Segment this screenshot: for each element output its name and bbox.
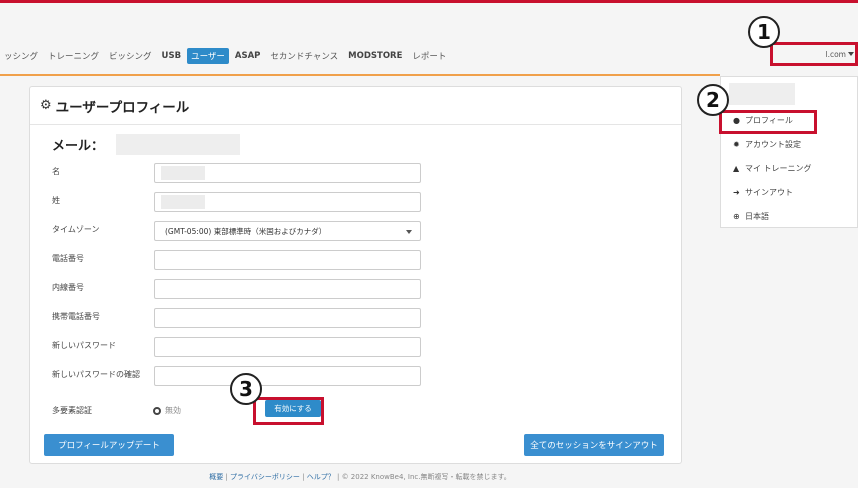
email-row: メール： [52, 134, 241, 155]
header-divider [0, 74, 720, 76]
footer: 概要 | プライバシーポリシー | ヘルプ？ | © 2022 KnowBe4,… [0, 472, 720, 482]
graduation-cap-icon: ▲ [733, 164, 740, 173]
mobile-row: 携帯電話番号 [52, 308, 672, 328]
top-border [0, 0, 858, 3]
sign-out-all-sessions-button[interactable]: 全てのセッションをサインアウト [524, 434, 664, 456]
mfa-label: 多要素認証 [52, 406, 92, 415]
footer-separator: | [336, 473, 340, 481]
email-value-redacted [116, 134, 241, 155]
card-header: ⚙ ユーザープロフィール [30, 87, 681, 125]
phone-row: 電話番号 [52, 250, 672, 270]
mfa-status: 無効 [153, 405, 181, 416]
dropdown-item-language[interactable]: ⊕ 日本語 [733, 211, 769, 222]
confirm-password-label: 新しいパスワードの確認 [52, 370, 140, 379]
dropdown-item-sign-out[interactable]: ➜ サインアウト [733, 187, 793, 198]
callout-box-user-menu [770, 42, 858, 66]
timezone-value: (GMT-05:00) 東部標準時（米国およびカナダ） [165, 227, 327, 236]
callout-box-profile [719, 110, 817, 134]
callout-box-enable-mfa [253, 397, 324, 425]
first-name-row: 名 [52, 163, 672, 183]
user-dropdown-menu: ● プロフィール ✹ アカウント設定 ▲ マイ トレーニング ➜ サインアウト … [720, 76, 858, 228]
timezone-row: タイムゾーン (GMT-05:00) 東部標準時（米国およびカナダ） [52, 221, 672, 241]
mfa-status-text: 無効 [165, 406, 181, 415]
dropdown-item-label: マイ トレーニング [745, 164, 812, 173]
nav-item-modstore[interactable]: MODSTORE [344, 49, 406, 63]
redacted-value [161, 166, 205, 180]
timezone-label: タイムゾーン [52, 225, 100, 234]
phone-label: 電話番号 [52, 254, 84, 263]
update-profile-button[interactable]: プロフィールアップデート [44, 434, 174, 456]
dropdown-item-my-training[interactable]: ▲ マイ トレーニング [733, 163, 812, 174]
nav-item-second-chance[interactable]: セカンドチャンス [266, 48, 342, 64]
last-name-input[interactable] [154, 192, 421, 212]
globe-icon: ⊕ [733, 212, 740, 221]
first-name-label: 名 [52, 167, 60, 176]
mobile-input[interactable] [154, 308, 421, 328]
status-dot-icon [153, 406, 161, 415]
timezone-select[interactable]: (GMT-05:00) 東部標準時（米国およびカナダ） [154, 221, 421, 241]
top-navigation: ッシング トレーニング ビッシング USB ユーザー ASAP セカンドチャンス… [0, 44, 720, 68]
nav-item-reports[interactable]: レポート [408, 48, 450, 64]
footer-separator: | [225, 473, 228, 481]
profile-card: ⚙ ユーザープロフィール メール： 名 姓 タイムゾーン (GMT-05:00)… [29, 86, 682, 464]
chevron-down-icon [406, 230, 412, 234]
dropdown-item-label: アカウント設定 [745, 140, 801, 149]
new-password-label: 新しいパスワード [52, 341, 116, 350]
footer-separator: | [302, 473, 305, 481]
footer-link-privacy[interactable]: プライバシーポリシー [230, 473, 300, 481]
last-name-label: 姓 [52, 196, 60, 205]
phone-input[interactable] [154, 250, 421, 270]
callout-number-3: 3 [230, 373, 262, 405]
nav-item-phishing[interactable]: ッシング [0, 48, 42, 64]
confirm-password-row: 新しいパスワードの確認 [52, 366, 672, 386]
gears-icon: ⚙ [40, 98, 52, 113]
mfa-row: 多要素認証 [52, 402, 672, 422]
confirm-password-input[interactable] [154, 366, 421, 386]
dropdown-user-redacted [729, 83, 795, 105]
extension-label: 内線番号 [52, 283, 84, 292]
extension-input[interactable] [154, 279, 421, 299]
redacted-value [161, 195, 205, 209]
nav-item-users[interactable]: ユーザー [187, 48, 229, 64]
sign-out-icon: ➜ [733, 188, 740, 197]
nav-item-asap[interactable]: ASAP [231, 49, 265, 63]
new-password-row: 新しいパスワード [52, 337, 672, 357]
page-title: ユーザープロフィール [55, 99, 190, 116]
footer-link-help[interactable]: ヘルプ？ [307, 473, 335, 481]
last-name-row: 姓 [52, 192, 672, 212]
footer-link-overview[interactable]: 概要 [209, 473, 223, 481]
nav-item-usb[interactable]: USB [158, 49, 186, 63]
gear-icon: ✹ [733, 140, 740, 149]
callout-number-2: 2 [697, 84, 729, 116]
new-password-input[interactable] [154, 337, 421, 357]
footer-copyright: © 2022 KnowBe4, Inc.無断複写・転載を禁じます。 [341, 473, 511, 481]
nav-item-training[interactable]: トレーニング [44, 48, 103, 64]
nav-item-vishing[interactable]: ビッシング [105, 48, 156, 64]
first-name-input[interactable] [154, 163, 421, 183]
mobile-label: 携帯電話番号 [52, 312, 100, 321]
dropdown-item-label: サインアウト [745, 188, 793, 197]
dropdown-item-label: 日本語 [745, 212, 769, 221]
callout-number-1: 1 [748, 16, 780, 48]
email-label: メール： [52, 139, 105, 154]
dropdown-item-account-settings[interactable]: ✹ アカウント設定 [733, 139, 801, 150]
extension-row: 内線番号 [52, 279, 672, 299]
